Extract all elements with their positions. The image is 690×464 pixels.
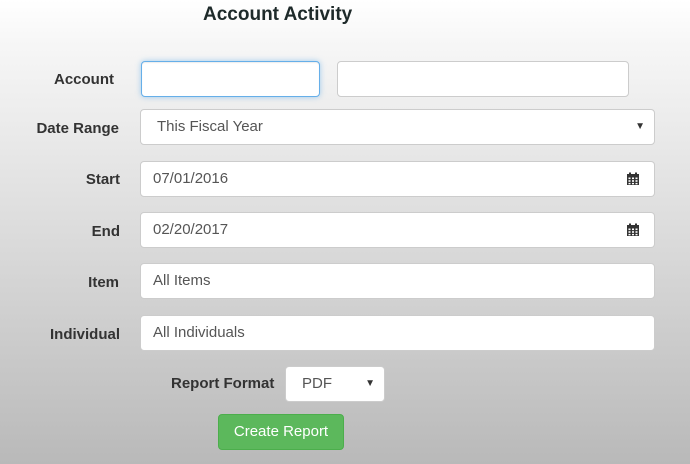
report-format-select[interactable]: PDF ▼ (285, 366, 385, 402)
report-format-label: Report Format (171, 375, 275, 392)
end-calendar-button[interactable] (611, 212, 655, 248)
account-input[interactable] (141, 61, 320, 97)
page-title: Account Activity (203, 4, 353, 25)
end-date-input[interactable]: 02/20/2017 (140, 212, 612, 248)
report-format-value: PDF (302, 375, 332, 392)
start-date-input[interactable]: 07/01/2016 (140, 161, 612, 197)
start-calendar-button[interactable] (611, 161, 655, 197)
account-name-input[interactable] (337, 61, 629, 97)
item-input[interactable]: All Items (140, 263, 655, 299)
individual-label: Individual (49, 326, 120, 343)
calendar-icon (626, 172, 639, 185)
date-range-label: Date Range (36, 120, 119, 137)
item-label: Item (88, 274, 119, 291)
chevron-down-icon: ▼ (365, 378, 375, 389)
calendar-icon (626, 223, 639, 236)
account-label: Account (54, 71, 114, 88)
end-label: End (91, 223, 120, 240)
start-label: Start (85, 171, 120, 188)
date-range-value: This Fiscal Year (157, 118, 263, 135)
chevron-down-icon: ▼ (635, 121, 645, 132)
create-report-button[interactable]: Create Report (218, 414, 344, 450)
individual-input[interactable]: All Individuals (140, 315, 655, 351)
date-range-select[interactable]: This Fiscal Year ▼ (140, 109, 655, 145)
